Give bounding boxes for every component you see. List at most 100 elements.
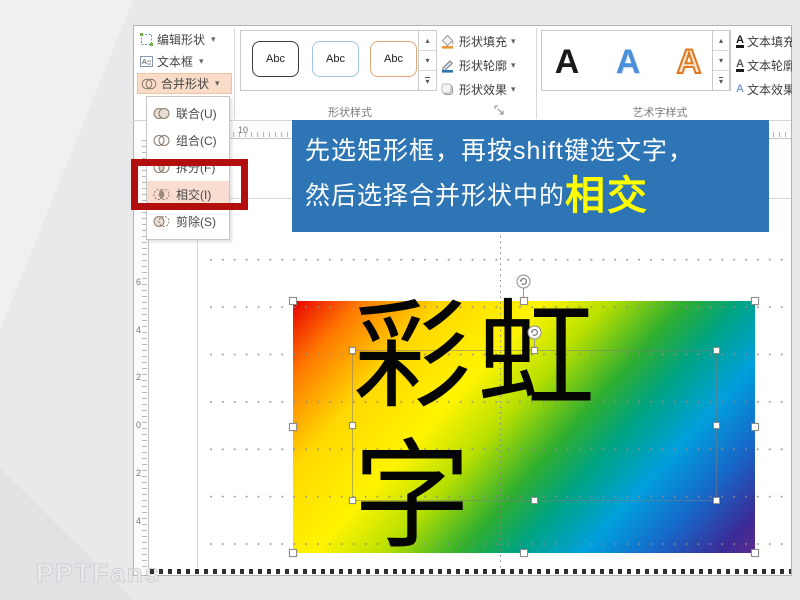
resize-handle[interactable] xyxy=(751,549,759,557)
shape-fill-button[interactable]: 形状填充 ▾ xyxy=(440,31,516,52)
text-fill-button[interactable]: A 文本填充 xyxy=(736,30,792,52)
resize-handle[interactable] xyxy=(349,347,356,354)
scroll-up-icon: ▴ xyxy=(719,36,723,45)
shape-style-preset-3[interactable]: Abc xyxy=(370,41,417,77)
instruction-banner: 先选矩形框，再按shift键选文字， 然后选择合并形状中的 相交 xyxy=(292,120,769,232)
subtract-icon xyxy=(153,215,170,228)
ribbon-separator xyxy=(536,28,537,119)
resize-handle[interactable] xyxy=(531,347,538,354)
menu-item-label: 剪除(S) xyxy=(176,213,216,230)
menu-item-union[interactable]: 联合(U) xyxy=(147,100,229,127)
scroll-down-button[interactable]: ▾ xyxy=(419,51,436,71)
shape-styles-group-label: 形状样式 xyxy=(290,104,410,120)
resize-handle[interactable] xyxy=(289,423,297,431)
pencil-icon xyxy=(440,58,455,73)
background-facet xyxy=(0,0,133,330)
text-effects-icon: A xyxy=(736,84,744,94)
dialog-launcher-icon[interactable] xyxy=(494,105,505,116)
text-box-icon: A xyxy=(140,55,153,68)
red-annotation-box xyxy=(131,159,248,210)
menu-item-label: 组合(C) xyxy=(176,132,217,149)
resize-handle[interactable] xyxy=(520,549,528,557)
ruler-number: 2 xyxy=(136,468,141,478)
ruler-number: 4 xyxy=(136,325,141,335)
gallery-more-icon: ▾ xyxy=(719,77,723,85)
wordart-preset-2[interactable]: A xyxy=(603,36,653,88)
ruler-number: 10 xyxy=(238,125,248,135)
resize-handle[interactable] xyxy=(349,497,356,504)
text-outline-label: 文本轮廓 xyxy=(747,57,792,74)
text-box-button[interactable]: A 文本框 ▾ xyxy=(137,51,232,72)
text-effects-label: 文本效果 xyxy=(747,81,792,98)
tutorial-screenshot: { "window": { "menu": { "edit_shape": "编… xyxy=(0,0,800,600)
shape-style-preset-2[interactable]: Abc xyxy=(312,41,359,77)
menu-item-combine[interactable]: 组合(C) xyxy=(147,127,229,154)
text-fill-icon: A xyxy=(736,35,744,48)
scroll-up-button[interactable]: ▴ xyxy=(419,31,436,51)
chevron-down-icon: ▾ xyxy=(199,56,204,67)
gallery-more-button[interactable]: ▾ xyxy=(713,71,729,90)
resize-handle[interactable] xyxy=(531,497,538,504)
menu-item-subtract[interactable]: 剪除(S) xyxy=(147,208,229,235)
wordart-preset-1[interactable]: A xyxy=(542,36,592,88)
rotation-handle[interactable] xyxy=(527,325,542,340)
scroll-down-icon: ▾ xyxy=(719,56,723,65)
edit-shape-label: 编辑形状 xyxy=(157,31,205,48)
resize-handle[interactable] xyxy=(349,422,356,429)
chevron-down-icon: ▾ xyxy=(511,84,516,95)
scroll-down-icon: ▾ xyxy=(425,56,429,65)
chevron-down-icon: ▾ xyxy=(211,34,216,45)
gallery-more-icon: ▾ xyxy=(425,77,429,85)
ribbon-separator xyxy=(234,28,235,119)
resize-handle[interactable] xyxy=(289,549,297,557)
resize-handle[interactable] xyxy=(713,347,720,354)
wordart-preset-3[interactable]: A xyxy=(664,36,714,88)
merge-shapes-button[interactable]: 合并形状 ▾ xyxy=(137,73,232,94)
text-outline-button[interactable]: A 文本轮廓 xyxy=(736,54,792,76)
gallery-more-button[interactable]: ▾ xyxy=(419,71,436,90)
chevron-down-icon: ▾ xyxy=(511,60,516,71)
edit-shape-icon xyxy=(140,33,153,46)
resize-handle[interactable] xyxy=(289,297,297,305)
scroll-up-button[interactable]: ▴ xyxy=(713,31,729,51)
resize-handle[interactable] xyxy=(713,422,720,429)
ruler-number: 0 xyxy=(136,420,141,430)
shape-style-preset-1[interactable]: Abc xyxy=(252,41,299,77)
scroll-up-icon: ▴ xyxy=(425,36,429,45)
shape-styles-scroll: ▴ ▾ ▾ xyxy=(418,30,437,91)
resize-handle[interactable] xyxy=(751,423,759,431)
resize-handle[interactable] xyxy=(520,297,528,305)
ruler-number: 6 xyxy=(136,277,141,287)
slide-left-edge xyxy=(197,198,198,568)
text-box-label: 文本框 xyxy=(157,53,193,70)
scroll-down-button[interactable]: ▾ xyxy=(713,51,729,71)
text-outline-icon: A xyxy=(736,59,744,72)
union-icon xyxy=(153,107,170,120)
resize-handle[interactable] xyxy=(751,297,759,305)
banner-highlight-text: 相交 xyxy=(565,176,649,216)
paint-bucket-icon xyxy=(440,34,455,49)
wordart-group-label: 艺术字样式 xyxy=(600,104,720,120)
shape-effects-button[interactable]: 形状效果 ▾ xyxy=(440,79,516,100)
shape-effects-label: 形状效果 xyxy=(459,81,507,98)
chevron-down-icon: ▾ xyxy=(215,78,220,89)
resize-handle[interactable] xyxy=(713,497,720,504)
merge-shapes-label: 合并形状 xyxy=(161,75,209,92)
shape-outline-label: 形状轮廓 xyxy=(459,57,507,74)
ruler-number: 4 xyxy=(136,516,141,526)
banner-line1: 先选矩形框，再按shift键选文字， xyxy=(305,131,756,167)
wordart-textbox-selection[interactable]: 彩虹字 xyxy=(352,350,717,501)
rotation-handle[interactable] xyxy=(516,274,531,289)
merge-shapes-icon xyxy=(141,78,157,90)
text-fill-label: 文本填充 xyxy=(747,33,792,50)
svg-text:A: A xyxy=(142,59,147,66)
combine-icon xyxy=(153,134,170,147)
edit-shape-button[interactable]: 编辑形状 ▾ xyxy=(137,29,232,50)
text-effects-button[interactable]: A 文本效果 xyxy=(736,78,792,100)
pptfans-watermark: PPTFans xyxy=(36,558,161,589)
wordart-scroll: ▴ ▾ ▾ xyxy=(712,30,730,91)
banner-line2: 然后选择合并形状中的 相交 xyxy=(305,176,756,216)
shape-fill-label: 形状填充 xyxy=(459,33,507,50)
chevron-down-icon: ▾ xyxy=(511,36,516,47)
shape-outline-button[interactable]: 形状轮廓 ▾ xyxy=(440,55,516,76)
